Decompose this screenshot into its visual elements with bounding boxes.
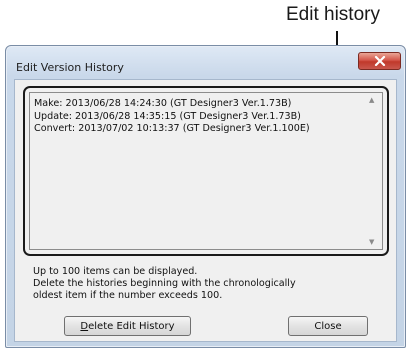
scroll-down-arrow-icon[interactable]: ▼ [369, 238, 374, 246]
window-close-button[interactable] [358, 52, 401, 70]
edit-history-highlight-box: Make: 2013/06/28 14:24:30 (GT Designer3 … [23, 86, 389, 256]
close-button[interactable]: Close [288, 316, 368, 336]
dialog-title: Edit Version History [16, 61, 124, 74]
history-entry: Update: 2013/06/28 14:35:15 (GT Designer… [34, 110, 301, 122]
info-line: Up to 100 items can be displayed. [33, 266, 198, 277]
close-x-icon [374, 56, 385, 66]
info-text: Up to 100 items can be displayed. Delete… [33, 266, 296, 303]
delete-label: elete Edit History [88, 320, 175, 332]
edit-history-callout-label: Edit history [286, 4, 380, 25]
delete-edit-history-button[interactable]: Delete Edit History [64, 316, 191, 336]
info-line: Delete the histories beginning with the … [33, 278, 296, 290]
scroll-up-arrow-icon[interactable]: ▲ [369, 96, 374, 104]
history-list[interactable]: Make: 2013/06/28 14:24:30 (GT Designer3 … [29, 92, 383, 250]
info-line: oldest item if the number exceeds 100. [33, 290, 223, 302]
edit-version-history-dialog: Edit Version History Make: 2013/06/28 14… [5, 45, 406, 348]
dialog-client-area: Make: 2013/06/28 14:24:30 (GT Designer3 … [14, 79, 397, 342]
delete-mnemonic: D [80, 320, 89, 332]
history-entry: Convert: 2013/07/02 10:13:37 (GT Designe… [34, 123, 310, 134]
history-lines: Make: 2013/06/28 14:24:30 (GT Designer3 … [34, 98, 360, 136]
vertical-scrollbar[interactable]: ▲ ▼ [364, 93, 382, 249]
history-entry: Make: 2013/06/28 14:24:30 (GT Designer3 … [34, 98, 292, 109]
